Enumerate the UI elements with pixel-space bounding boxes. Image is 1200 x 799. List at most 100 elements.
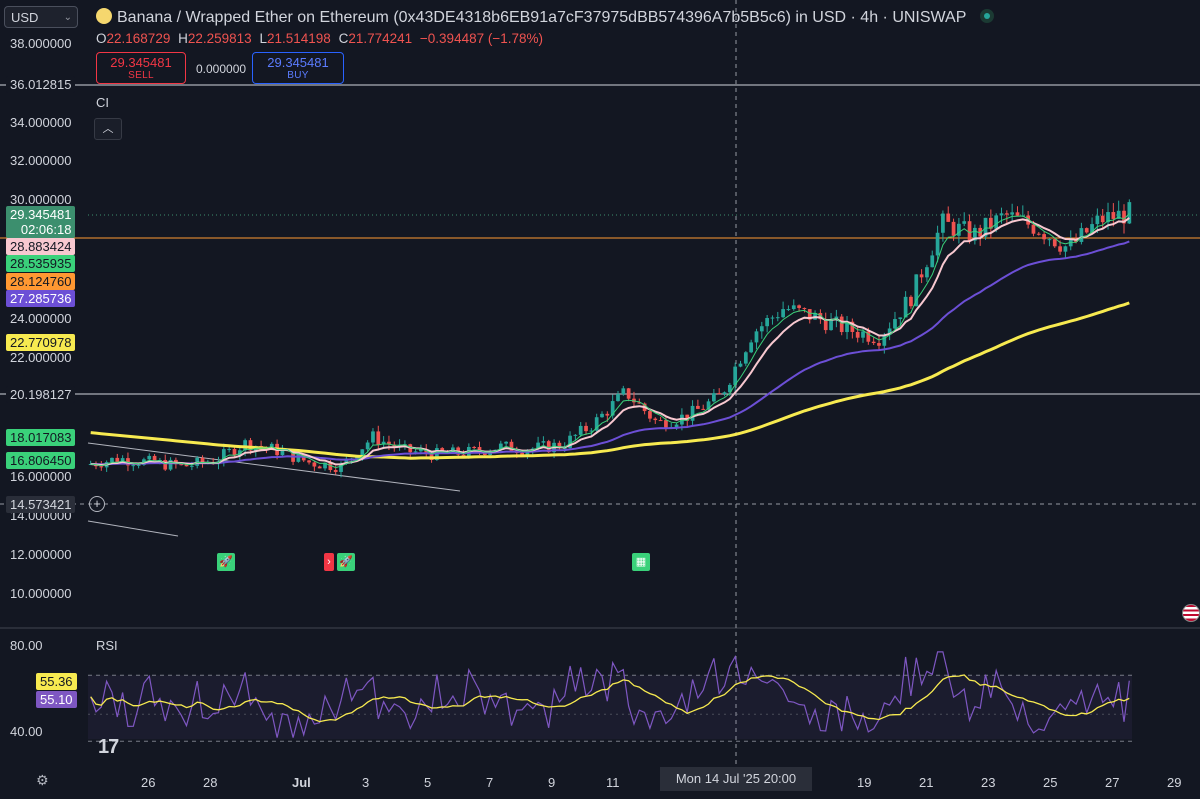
candle bbox=[1036, 233, 1041, 235]
price-tag: 27.285736 bbox=[6, 290, 76, 307]
price-tag: 28.124760 bbox=[6, 273, 76, 290]
collapse-icon[interactable]: ︿ bbox=[94, 118, 122, 140]
candle bbox=[765, 318, 769, 327]
candle bbox=[136, 464, 141, 466]
candle bbox=[664, 420, 668, 429]
close-label: C bbox=[338, 31, 349, 46]
candle bbox=[1031, 224, 1036, 234]
candle bbox=[333, 470, 338, 472]
candle bbox=[861, 331, 865, 338]
candle bbox=[994, 215, 999, 229]
candle bbox=[1079, 228, 1084, 242]
candle bbox=[1100, 215, 1105, 223]
candle bbox=[99, 466, 104, 468]
x-tick: 3 bbox=[362, 775, 370, 790]
candle bbox=[573, 434, 578, 436]
tradingview-logo[interactable]: 17 bbox=[98, 736, 119, 759]
rocket-icon[interactable]: 🚀 bbox=[217, 553, 235, 571]
candle bbox=[110, 457, 114, 463]
currency-select[interactable]: USD ⌄ bbox=[4, 6, 78, 28]
candle bbox=[365, 442, 370, 450]
candle bbox=[541, 441, 546, 443]
candle bbox=[914, 274, 919, 307]
candle bbox=[935, 232, 940, 256]
y-tick: 22.000000 bbox=[10, 350, 72, 365]
candle bbox=[1058, 246, 1062, 252]
y-tick: 12.000000 bbox=[10, 547, 72, 562]
rsi-indicator-label[interactable]: RSI bbox=[96, 638, 118, 653]
candle bbox=[371, 431, 375, 443]
candle bbox=[871, 341, 876, 344]
ci-indicator-label[interactable]: CI bbox=[96, 95, 109, 110]
low-value: 21.514198 bbox=[266, 31, 331, 46]
candle bbox=[909, 296, 913, 307]
candle bbox=[1111, 212, 1116, 219]
symbol-title: Banana / Wrapped Ether on Ethereum (0x43… bbox=[117, 9, 967, 26]
candle bbox=[754, 331, 759, 343]
high-label: H bbox=[178, 31, 188, 46]
candle bbox=[855, 331, 860, 338]
change-value: −0.394487 (−1.78%) bbox=[419, 31, 544, 46]
y-tick: 34.000000 bbox=[10, 115, 72, 130]
candle bbox=[781, 309, 785, 318]
candle bbox=[829, 319, 833, 331]
candle bbox=[738, 363, 743, 367]
y-tick: 10.000000 bbox=[10, 586, 72, 601]
rsi-value-tag: 55.10 bbox=[36, 691, 77, 708]
rsi-y-tick: 40.00 bbox=[10, 724, 43, 739]
rsi-y-tick: 80.00 bbox=[10, 638, 43, 653]
candle bbox=[413, 451, 418, 453]
candle bbox=[930, 255, 935, 268]
candle bbox=[775, 317, 780, 319]
candle bbox=[877, 343, 881, 346]
candle bbox=[472, 447, 477, 449]
candle bbox=[797, 305, 801, 308]
sell-button[interactable]: 29.345481 SELL bbox=[96, 52, 186, 84]
candle bbox=[925, 267, 929, 278]
candle bbox=[616, 394, 620, 402]
candle bbox=[946, 213, 951, 222]
checkered-flag-icon[interactable]: ▦ bbox=[632, 553, 650, 571]
candle bbox=[749, 342, 754, 353]
add-icon[interactable]: + bbox=[89, 496, 105, 512]
price-tag: 28.535935 bbox=[6, 255, 76, 272]
x-tick: 23 bbox=[981, 775, 996, 790]
candle bbox=[504, 441, 508, 444]
bar-countdown: 02:06:18 bbox=[20, 222, 72, 237]
candle bbox=[1095, 215, 1100, 225]
chart-title[interactable]: Banana / Wrapped Ether on Ethereum (0x43… bbox=[96, 8, 995, 27]
candle bbox=[1084, 228, 1089, 233]
settings-icon[interactable]: ⚙ bbox=[36, 772, 52, 788]
buy-button[interactable]: 29.345481 BUY bbox=[252, 52, 344, 84]
candle bbox=[653, 418, 658, 421]
chevron-down-icon: ⌄ bbox=[63, 12, 72, 23]
market-status-icon[interactable] bbox=[980, 9, 995, 23]
candle bbox=[882, 334, 887, 346]
price-chart[interactable] bbox=[0, 0, 1200, 799]
candle bbox=[163, 460, 168, 470]
candle bbox=[701, 408, 706, 410]
price-tag: 36.012815 bbox=[6, 76, 76, 93]
x-tick: 26 bbox=[141, 775, 156, 790]
candle bbox=[722, 392, 727, 394]
candle bbox=[131, 465, 136, 467]
candle bbox=[967, 221, 972, 241]
candle bbox=[1052, 239, 1057, 247]
x-tick: 25 bbox=[1043, 775, 1058, 790]
x-tick: 27 bbox=[1105, 775, 1120, 790]
candle bbox=[743, 352, 748, 364]
close-value: 21.774241 bbox=[348, 31, 413, 46]
price-tag: 28.883424 bbox=[6, 238, 76, 255]
price-tag: 22.770978 bbox=[6, 334, 76, 351]
price-tag: 20.198127 bbox=[6, 386, 76, 403]
flag-icon[interactable] bbox=[1182, 604, 1200, 622]
rocket-icon[interactable]: 🚀 bbox=[337, 553, 355, 571]
crosshair-price-tag: 14.573421 bbox=[6, 496, 76, 513]
candle bbox=[578, 425, 583, 435]
sell-price: 29.345481 bbox=[110, 55, 172, 70]
sell-signal-icon[interactable]: › bbox=[324, 553, 334, 571]
candle bbox=[1127, 202, 1132, 224]
candle bbox=[648, 411, 652, 419]
candle bbox=[584, 425, 588, 432]
candle bbox=[1047, 239, 1052, 241]
